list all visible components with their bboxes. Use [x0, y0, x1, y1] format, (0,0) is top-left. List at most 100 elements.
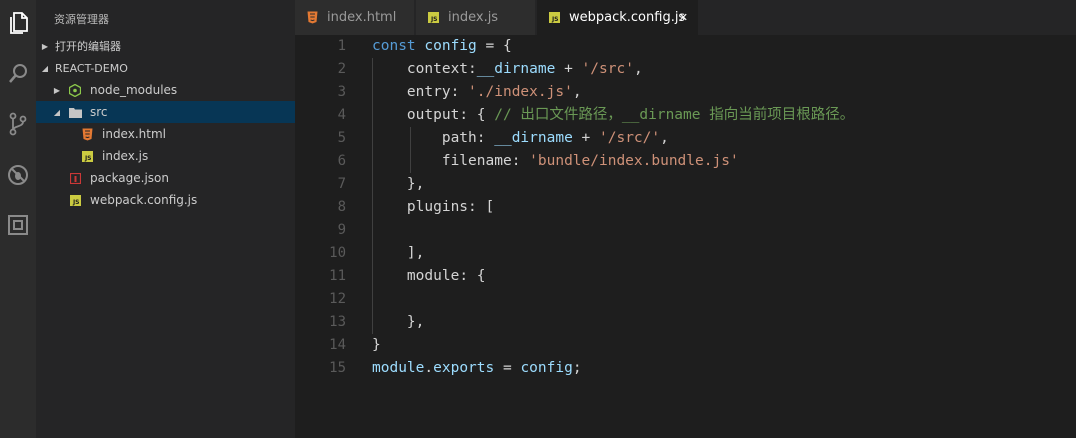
- code-token: filename: [441, 153, 512, 169]
- chevron-down-icon: ◢: [53, 107, 61, 117]
- line-number: 15: [329, 360, 346, 376]
- code-text: module: {: [372, 265, 486, 288]
- code-line[interactable]: 7 },: [295, 173, 1076, 196]
- search-icon[interactable]: [0, 56, 36, 92]
- code-token: ],: [372, 245, 425, 261]
- code-token: :: [450, 84, 469, 100]
- js-file-icon: JS: [80, 149, 94, 163]
- code-text: module.exports = config;: [372, 357, 582, 380]
- code-token: : {: [459, 107, 495, 123]
- code-token: },: [372, 314, 425, 330]
- tab-label: index.html: [327, 10, 397, 25]
- editor-tabs: index.html JS index.js JS webpack.config…: [295, 0, 1076, 35]
- tab-index-js[interactable]: JS index.js: [416, 0, 536, 35]
- js-file-icon: JS: [426, 11, 440, 25]
- line-number: 14: [329, 337, 346, 353]
- code-token: },: [372, 176, 425, 192]
- code-token: plugins: [406, 199, 469, 215]
- line-number: 9: [337, 222, 346, 238]
- code-token: :: [468, 61, 477, 77]
- code-text: },: [372, 311, 424, 334]
- debug-icon[interactable]: [0, 157, 36, 193]
- tab-label: index.js: [448, 10, 499, 25]
- code-text: },: [372, 173, 424, 196]
- tab-index-html[interactable]: index.html: [295, 0, 415, 35]
- code-editor[interactable]: 1 const config = {2 context:__dirname + '…: [295, 35, 1076, 438]
- code-line[interactable]: 14}: [295, 334, 1076, 357]
- code-token: // 出口文件路径，__dirname 指向当前项目根路径。: [494, 107, 855, 123]
- line-number: 2: [337, 61, 346, 77]
- js-file-icon: JS: [547, 11, 561, 25]
- code-token: '/src': [581, 61, 634, 77]
- open-editors-label: 打开的编辑器: [55, 40, 121, 53]
- line-number: 1: [337, 38, 346, 54]
- line-number: 3: [337, 84, 346, 100]
- tree-item-label: index.js: [102, 149, 149, 163]
- code-line[interactable]: 15 module.exports = config;: [295, 357, 1076, 380]
- code-line[interactable]: 2 context:__dirname + '/src',: [295, 58, 1076, 81]
- tree-item-label: webpack.config.js: [90, 193, 198, 207]
- code-token: '/src/': [599, 130, 661, 146]
- chevron-down-icon: ◢: [41, 63, 49, 73]
- js-file-icon: JS: [68, 193, 82, 207]
- code-token: +: [555, 61, 582, 77]
- line-number: 5: [337, 130, 346, 146]
- tree-item-webpack-config[interactable]: JS webpack.config.js: [36, 189, 295, 211]
- code-token: ,: [660, 130, 669, 146]
- code-line[interactable]: 3 entry: './index.js',: [295, 81, 1076, 104]
- tree-item-index-js[interactable]: JS index.js: [36, 145, 295, 167]
- tree-item-src[interactable]: ◢ src: [36, 101, 295, 123]
- code-line[interactable]: 5 path: __dirname + '/src/',: [295, 127, 1076, 150]
- open-editors-section[interactable]: ▶ 打开的编辑器: [36, 35, 295, 57]
- code-token: 'bundle/index.bundle.js': [529, 153, 739, 169]
- code-text: entry: './index.js',: [372, 81, 582, 104]
- code-token: :: [511, 153, 530, 169]
- code-token: : [: [468, 199, 495, 215]
- tree-item-package-json[interactable]: package.json: [36, 167, 295, 189]
- activity-bar: [0, 0, 36, 438]
- code-line[interactable]: 8 plugins: [: [295, 196, 1076, 219]
- code-text: }: [372, 334, 381, 357]
- line-number: 11: [329, 268, 346, 284]
- tab-webpack-config[interactable]: JS webpack.config.js ✕: [537, 0, 699, 35]
- node-folder-icon: [68, 83, 82, 97]
- code-text: path: __dirname + '/src/',: [372, 127, 669, 150]
- project-section[interactable]: ◢ REACT-DEMO: [36, 57, 295, 79]
- code-line[interactable]: 1 const config = {: [295, 35, 1076, 58]
- tree-item-label: src: [90, 105, 108, 119]
- code-line[interactable]: 11 module: {: [295, 265, 1076, 288]
- code-token: './index.js': [468, 84, 573, 100]
- folder-icon: [68, 105, 82, 119]
- code-token: exports: [433, 360, 495, 376]
- code-token: const: [372, 38, 416, 54]
- code-line[interactable]: 9: [295, 219, 1076, 242]
- code-token: +: [572, 130, 600, 146]
- code-token: = {: [476, 38, 512, 54]
- line-number: 12: [329, 291, 346, 307]
- source-control-icon[interactable]: [0, 106, 36, 142]
- code-line[interactable]: 12: [295, 288, 1076, 311]
- code-token: }: [372, 337, 381, 353]
- line-number: 10: [329, 245, 346, 261]
- tree-item-index-html[interactable]: index.html: [36, 123, 295, 145]
- code-token: path: [441, 130, 477, 146]
- code-line[interactable]: 13 },: [295, 311, 1076, 334]
- code-text: ],: [372, 242, 424, 265]
- code-text: context:__dirname + '/src',: [372, 58, 643, 81]
- extensions-icon[interactable]: [0, 207, 36, 243]
- code-line[interactable]: 10 ],: [295, 242, 1076, 265]
- files-icon[interactable]: [0, 5, 36, 41]
- tree-item-node-modules[interactable]: ▶ node_modules: [36, 79, 295, 101]
- code-line[interactable]: 4 output: { // 出口文件路径，__dirname 指向当前项目根路…: [295, 104, 1076, 127]
- code-token: module: [406, 268, 460, 284]
- code-token: entry: [406, 84, 451, 100]
- close-icon[interactable]: ✕: [679, 11, 688, 24]
- code-line[interactable]: 6 filename: 'bundle/index.bundle.js': [295, 150, 1076, 173]
- code-token: output: [406, 107, 460, 123]
- tree-item-label: package.json: [90, 171, 170, 185]
